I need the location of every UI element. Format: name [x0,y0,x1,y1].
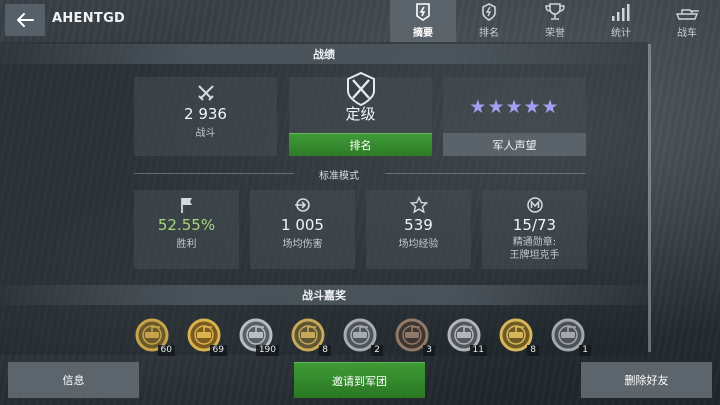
medal-count: 2 [371,345,383,356]
award-medal[interactable]: 3 [393,316,435,356]
stats-icon [612,4,630,21]
medal-count: 8 [319,345,331,356]
summary-icon [416,3,430,21]
tab-bar: 摘要 排名 荣誉 统计 战车 [390,0,720,42]
medal-count: 8 [527,345,539,356]
medal-count: 190 [255,345,279,356]
award-medal[interactable]: 8 [497,316,539,356]
flag-icon [180,198,192,213]
medal-count: 1 [579,345,591,356]
stat-card-mastery: 15/73 精通勋章: 王牌坦克手 [482,190,587,269]
award-medal[interactable]: 69 [185,316,227,356]
award-medal[interactable]: 190 [237,316,279,356]
scrollbar[interactable] [648,44,651,352]
medal-count: 69 [209,345,227,356]
section-header-record: 战绩 [0,44,648,64]
damage-label: 场均伤害 [282,239,323,250]
experience-label: 场均经验 [398,239,439,250]
reputation-stars: ★★★★★ [469,96,560,118]
award-medal[interactable]: 8 [289,316,331,356]
winrate-value: 52.55% [157,216,216,234]
shell-icon [294,198,310,212]
tank-icon [675,9,699,20]
mastery-icon [526,197,543,213]
tab-honors[interactable]: 荣誉 [522,0,588,42]
tab-summary[interactable]: 摘要 [390,0,456,42]
tab-rank[interactable]: 排名 [456,0,522,42]
damage-value: 1 005 [281,216,324,234]
rating-card: 定级 [289,71,432,133]
stat-card-damage: 1 005 场均伤害 [250,190,355,269]
remove-friend-button[interactable]: 删除好友 [581,362,712,398]
winrate-label: 胜利 [176,239,197,250]
award-medal[interactable]: 1 [549,316,591,356]
battles-value: 2 936 [184,105,227,123]
crossed-swords-icon [197,85,214,101]
mastery-label: 精通勋章: 王牌坦克手 [509,237,560,261]
reputation-button[interactable]: 军人声望 [443,133,586,156]
award-medal[interactable]: 2 [341,316,383,356]
tab-stats[interactable]: 统计 [588,0,654,42]
tab-label: 荣誉 [545,28,565,39]
medal-count: 11 [469,345,487,356]
experience-value: 539 [404,216,433,234]
medal-count: 60 [157,345,175,356]
arrow-left-icon [17,13,34,27]
rating-value: 定级 [345,105,376,123]
tab-tanks[interactable]: 战车 [654,0,720,42]
player-name: AHENTGD [52,11,126,26]
mastery-value: 15/73 [512,216,557,234]
stat-card-winrate: 52.55% 胜利 [134,190,239,269]
invite-to-clan-button[interactable]: 邀请到军团 [294,362,425,398]
rank-icon [482,3,496,21]
tab-label: 统计 [611,28,631,39]
award-medal[interactable]: 11 [445,316,487,356]
section-header-awards: 战斗嘉奖 [0,285,648,305]
tab-label: 摘要 [413,28,433,39]
battles-card: 2 936 战斗 [134,77,277,156]
back-button[interactable] [5,4,45,36]
rating-emblem-icon [346,71,375,107]
trophy-icon [545,3,565,20]
rank-button[interactable]: 排名 [289,133,432,156]
star-icon [409,196,428,214]
medal-count: 3 [423,345,435,356]
stat-card-experience: 539 场均经验 [366,190,471,269]
award-medal[interactable]: 60 [133,316,175,356]
battles-label: 战斗 [195,128,216,139]
mode-label: 标准模式 [319,171,359,182]
info-button[interactable]: 信息 [8,362,139,398]
tab-label: 战车 [677,28,697,39]
divider-left [134,173,294,174]
divider-right [385,173,586,174]
header: AHENTGD 摘要 排名 荣誉 统计 战车 [0,0,720,42]
tab-label: 排名 [479,28,499,39]
